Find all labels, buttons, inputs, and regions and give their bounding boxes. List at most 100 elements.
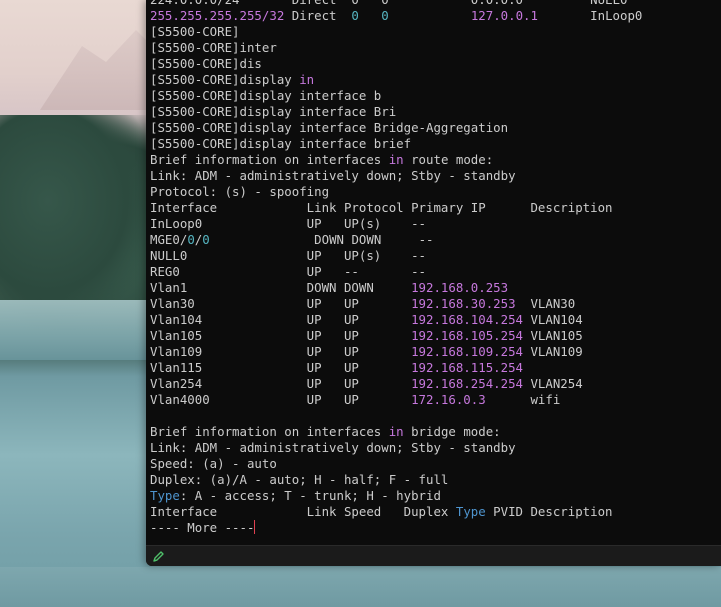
terminal-line: [S5500-CORE]dis	[150, 56, 721, 72]
terminal-text: : A - access; T - trunk; H - hybrid	[179, 488, 441, 503]
terminal-text: REG0 UP -- --	[150, 264, 427, 279]
terminal-output[interactable]: 224.0.0.0/24 Direct 0 0 0.0.0.0 NULL0255…	[150, 0, 721, 536]
terminal-text: InLoop0	[537, 8, 643, 23]
terminal-line: Speed: (a) - auto	[150, 456, 721, 472]
terminal-text: Type	[150, 488, 180, 503]
terminal-line: Duplex: (a)/A - auto; H - half; F - full	[150, 472, 721, 488]
terminal-text: VLAN104	[523, 312, 583, 327]
wallpaper-trees	[0, 115, 160, 330]
terminal-text: 192.168.105.254	[411, 328, 523, 343]
terminal-line: Interface Link Speed Duplex Type PVID De…	[150, 504, 721, 520]
terminal-text: Speed: (a) - auto	[150, 456, 277, 471]
terminal-text: Vlan105 UP UP	[150, 328, 412, 343]
terminal-text: 0	[202, 232, 210, 247]
terminal-text: [S5500-CORE]inter	[150, 40, 277, 55]
terminal-text: Vlan254 UP UP	[150, 376, 412, 391]
terminal-text: Duplex: (a)/A - auto; H - half; F - full	[150, 472, 449, 487]
terminal-text: [S5500-CORE]	[150, 24, 240, 39]
terminal-line: Vlan1 DOWN DOWN 192.168.0.253	[150, 280, 721, 296]
terminal-text: PVID Description	[485, 504, 613, 519]
terminal-line: [S5500-CORE]display interface Bridge-Agg…	[150, 120, 721, 136]
terminal-line: Vlan254 UP UP 192.168.254.254 VLAN254	[150, 376, 721, 392]
terminal-text: 192.168.254.254	[411, 376, 523, 391]
terminal-text: 127.0.0.1	[470, 8, 538, 23]
terminal-text: [S5500-CORE]dis	[150, 56, 262, 71]
terminal-text: 224.0.0.0/24 Direct 0 0 0.0.0.0 NULL0	[150, 0, 627, 7]
terminal-line: Vlan109 UP UP 192.168.109.254 VLAN109	[150, 344, 721, 360]
terminal-line: ---- More ----	[150, 520, 721, 536]
terminal-line: Protocol: (s) - spoofing	[150, 184, 721, 200]
terminal-text: 0	[351, 8, 359, 23]
wallpaper-water	[0, 567, 721, 607]
terminal-text: [S5500-CORE]display interface brief	[150, 136, 412, 151]
terminal-text: 172.16.0.3	[411, 392, 486, 407]
terminal-text: ---- More ----	[150, 520, 255, 535]
terminal-line: InLoop0 UP UP(s) --	[150, 216, 721, 232]
terminal-line: [S5500-CORE]display in	[150, 72, 721, 88]
terminal-text: in	[388, 152, 404, 167]
terminal-text: 255.255.255.255/32	[150, 8, 285, 23]
terminal-line: Link: ADM - administratively down; Stby …	[150, 168, 721, 184]
terminal-text: [S5500-CORE]display interface Bri	[150, 104, 397, 119]
terminal-text: [S5500-CORE]display interface b	[150, 88, 382, 103]
terminal-text: [S5500-CORE]display	[150, 72, 300, 87]
terminal-line: [S5500-CORE]	[150, 24, 721, 40]
terminal-line: REG0 UP -- --	[150, 264, 721, 280]
terminal-text: VLAN109	[523, 344, 583, 359]
terminal-text: Type	[455, 504, 486, 519]
text-cursor	[254, 520, 256, 534]
terminal-text: 192.168.115.254	[411, 360, 523, 375]
terminal-text: Vlan104 UP UP	[150, 312, 412, 327]
terminal-text: Interface Link Protocol Primary IP Descr…	[150, 200, 613, 215]
terminal-line: [S5500-CORE]inter	[150, 40, 721, 56]
terminal-line: Vlan30 UP UP 192.168.30.253 VLAN30	[150, 296, 721, 312]
terminal-text: [S5500-CORE]display interface Bridge-Agg…	[150, 120, 509, 135]
terminal-line: Type: A - access; T - trunk; H - hybrid	[150, 488, 721, 504]
terminal-line: Vlan115 UP UP 192.168.115.254	[150, 360, 721, 376]
terminal-text: DOWN DOWN --	[209, 232, 434, 247]
terminal-text: in	[299, 72, 315, 87]
terminal-text: Brief information on interfaces	[150, 424, 389, 439]
terminal-line: Vlan104 UP UP 192.168.104.254 VLAN104	[150, 312, 721, 328]
terminal-line: Vlan105 UP UP 192.168.105.254 VLAN105	[150, 328, 721, 344]
terminal-line: Link: ADM - administratively down; Stby …	[150, 440, 721, 456]
terminal-line: [S5500-CORE]display interface b	[150, 88, 721, 104]
terminal-text: 192.168.0.253	[411, 280, 509, 295]
terminal-text: Direct	[284, 8, 352, 23]
terminal-text: Vlan109 UP UP	[150, 344, 412, 359]
terminal-text: Vlan4000 UP UP	[150, 392, 412, 407]
terminal-text: VLAN30	[515, 296, 576, 311]
terminal-text: VLAN254	[523, 376, 583, 391]
terminal-text: Vlan30 UP UP	[150, 296, 412, 311]
terminal-text: 0	[381, 8, 389, 23]
terminal-text: Brief information on interfaces	[150, 152, 389, 167]
terminal-line: NULL0 UP UP(s) --	[150, 248, 721, 264]
terminal-text: Protocol: (s) - spoofing	[150, 184, 330, 199]
pen-icon[interactable]	[152, 549, 166, 563]
terminal-text: Interface Link Speed Duplex	[150, 504, 456, 519]
terminal-text: Vlan115 UP UP	[150, 360, 412, 375]
terminal-text: bridge mode:	[403, 424, 501, 439]
terminal-status-bar	[146, 545, 721, 566]
terminal-line: Brief information on interfaces in bridg…	[150, 424, 721, 440]
terminal-text: 192.168.109.254	[411, 344, 523, 359]
terminal-text: 0	[187, 232, 195, 247]
terminal-line: Vlan4000 UP UP 172.16.0.3 wifi	[150, 392, 721, 408]
terminal-window[interactable]: 224.0.0.0/24 Direct 0 0 0.0.0.0 NULL0255…	[146, 0, 721, 566]
terminal-line: MGE0/0/0 DOWN DOWN --	[150, 232, 721, 248]
wallpaper-shore	[0, 300, 160, 360]
terminal-line: [S5500-CORE]display interface brief	[150, 136, 721, 152]
terminal-text: NULL0 UP UP(s) --	[150, 248, 427, 263]
terminal-line: [S5500-CORE]display interface Bri	[150, 104, 721, 120]
terminal-text: InLoop0 UP UP(s) --	[150, 216, 427, 231]
terminal-text: Link: ADM - administratively down; Stby …	[150, 440, 516, 455]
terminal-line: 224.0.0.0/24 Direct 0 0 0.0.0.0 NULL0	[150, 0, 721, 8]
terminal-text: Vlan1 DOWN DOWN	[150, 280, 412, 295]
terminal-text: 192.168.104.254	[411, 312, 523, 327]
terminal-text: route mode:	[403, 152, 494, 167]
terminal-text: VLAN105	[523, 328, 583, 343]
terminal-text: 192.168.30.253	[411, 296, 516, 311]
terminal-text: MGE0/	[150, 232, 188, 247]
